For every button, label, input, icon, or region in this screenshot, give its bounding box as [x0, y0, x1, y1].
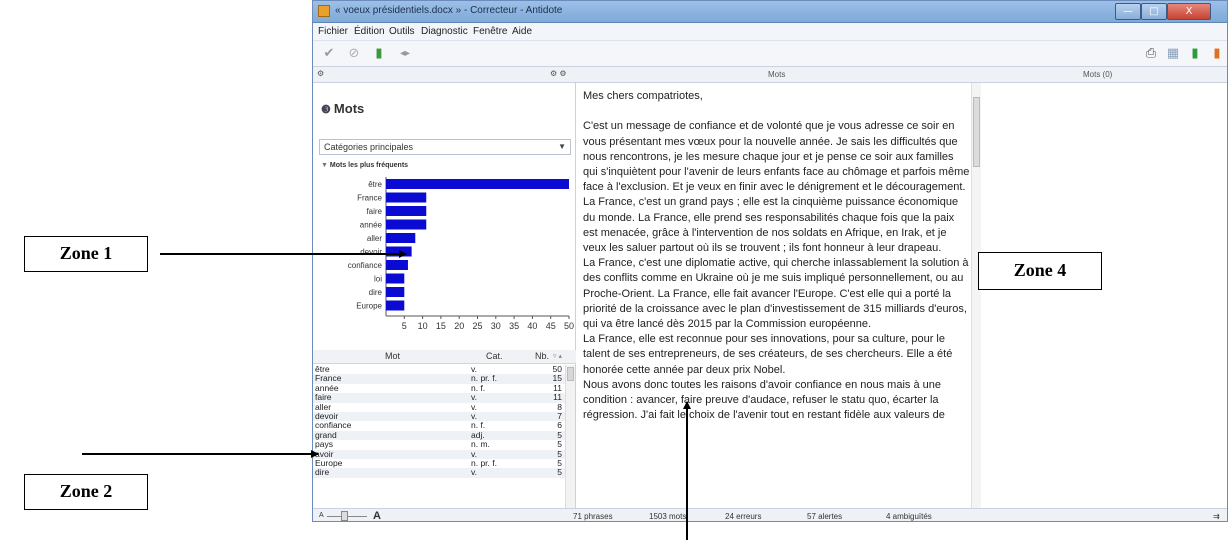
annotation-arrows — [82, 250, 691, 540]
stage: « voeux présidentiels.docx » - Correcteu… — [0, 0, 1228, 540]
